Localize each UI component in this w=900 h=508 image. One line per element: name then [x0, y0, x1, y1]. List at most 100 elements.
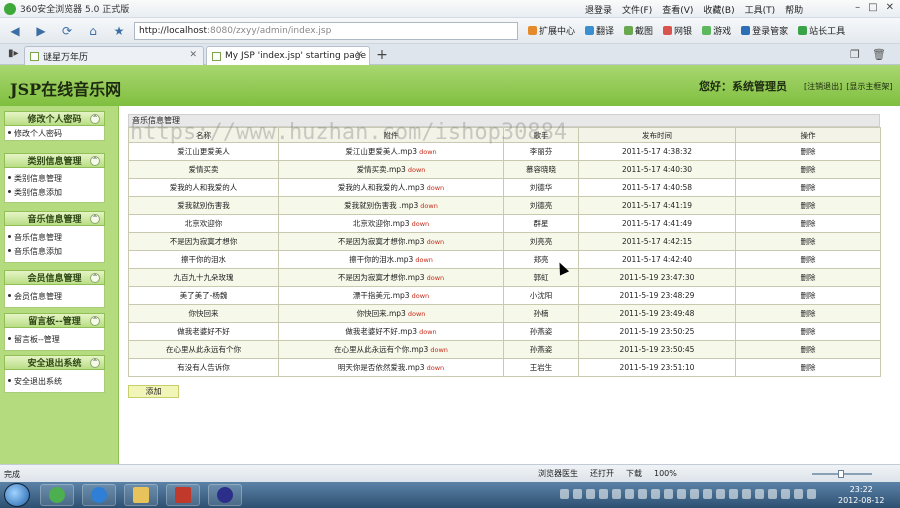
- sidebar-toggle-icon[interactable]: ▮▸: [8, 48, 19, 59]
- menu-view[interactable]: 查看(V): [662, 3, 693, 16]
- close-window-icon[interactable]: ✕: [886, 2, 894, 13]
- tray-icon[interactable]: [807, 489, 816, 499]
- download-link[interactable]: down: [415, 256, 433, 264]
- reopen-button[interactable]: 还打开: [590, 468, 614, 479]
- sidebar-group-password[interactable]: 修改个人密码 ^: [4, 111, 105, 126]
- tab-calendar[interactable]: 谜星万年历 ✕: [24, 46, 204, 65]
- collapse-icon[interactable]: ^: [90, 214, 100, 224]
- sidebar-item-category-manage[interactable]: 类别信息管理: [5, 171, 104, 185]
- collapse-icon[interactable]: ^: [90, 358, 100, 368]
- back-icon[interactable]: ◀: [4, 21, 26, 41]
- download-link[interactable]: down: [419, 328, 437, 336]
- webmaster-tools-button[interactable]: 站长工具: [798, 24, 845, 37]
- delete-link[interactable]: 删除: [735, 232, 881, 251]
- delete-link[interactable]: 删除: [735, 268, 881, 287]
- download-link[interactable]: down: [427, 184, 445, 192]
- tray-icon[interactable]: [625, 489, 634, 499]
- taskbar-clock[interactable]: 23:22 2012-08-12: [838, 484, 885, 506]
- tray-icon[interactable]: [599, 489, 608, 499]
- tray-icon[interactable]: [781, 489, 790, 499]
- taskbar-app-toolbox[interactable]: [166, 484, 200, 506]
- login-manager-button[interactable]: 登录管家: [741, 24, 788, 37]
- delete-link[interactable]: 删除: [735, 196, 881, 215]
- tray-icon[interactable]: [768, 489, 777, 499]
- tray-icon[interactable]: [690, 489, 699, 499]
- favorite-star-icon[interactable]: ★: [108, 21, 130, 41]
- restore-tab-icon[interactable]: ❐: [850, 48, 860, 61]
- menu-favorites[interactable]: 收藏(B): [703, 3, 734, 16]
- menu-tools[interactable]: 工具(T): [745, 3, 776, 16]
- browser-doctor-button[interactable]: 浏览器医生: [538, 468, 578, 479]
- address-bar[interactable]: http://localhost:8080/zxyy/admin/index.j…: [134, 22, 518, 40]
- delete-link[interactable]: 删除: [735, 322, 881, 341]
- trash-icon[interactable]: 🗑: [872, 48, 886, 61]
- delete-link[interactable]: 删除: [735, 214, 881, 233]
- tray-icon[interactable]: [651, 489, 660, 499]
- download-link[interactable]: down: [408, 310, 426, 318]
- sidebar-item-guestbook-manage[interactable]: 留言板--管理: [5, 332, 104, 346]
- collapse-icon[interactable]: ^: [90, 316, 100, 326]
- add-music-button[interactable]: 添加: [128, 385, 179, 398]
- new-tab-icon[interactable]: +: [372, 47, 392, 64]
- download-link[interactable]: down: [419, 148, 437, 156]
- download-link[interactable]: down: [412, 292, 430, 300]
- sidebar-group-guestbook[interactable]: 留言板--管理 ^: [4, 313, 105, 328]
- download-link[interactable]: down: [430, 346, 448, 354]
- tray-icon[interactable]: [755, 489, 764, 499]
- tab-index-jsp[interactable]: My JSP 'index.jsp' starting page ✕: [206, 46, 370, 65]
- maximize-icon[interactable]: □: [868, 2, 877, 13]
- sidebar-group-music[interactable]: 音乐信息管理 ^: [4, 211, 105, 226]
- collapse-icon[interactable]: ^: [90, 273, 100, 283]
- zoom-level[interactable]: 100%: [654, 469, 677, 478]
- tray-icon[interactable]: [729, 489, 738, 499]
- screenshot-button[interactable]: 截图: [624, 24, 653, 37]
- tray-icon[interactable]: [560, 489, 569, 499]
- bank-button[interactable]: 网银: [663, 24, 692, 37]
- tray-icon[interactable]: [742, 489, 751, 499]
- sidebar-group-exit[interactable]: 安全退出系统 ^: [4, 355, 105, 370]
- refresh-icon[interactable]: ⟳: [56, 21, 78, 41]
- tray-icon[interactable]: [638, 489, 647, 499]
- download-link[interactable]: down: [427, 274, 445, 282]
- home-icon[interactable]: ⌂: [82, 21, 104, 41]
- close-tab-icon[interactable]: ✕: [189, 50, 197, 60]
- sidebar-group-member[interactable]: 会员信息管理 ^: [4, 270, 105, 285]
- sidebar-item-change-password[interactable]: 修改个人密码: [5, 126, 104, 140]
- taskbar-app-explorer[interactable]: [124, 484, 158, 506]
- menu-file[interactable]: 文件(F): [622, 3, 652, 16]
- extensions-button[interactable]: 扩展中心: [528, 24, 575, 37]
- taskbar-app-ie[interactable]: [82, 484, 116, 506]
- taskbar-app-360browser[interactable]: [40, 484, 74, 506]
- tray-icon[interactable]: [664, 489, 673, 499]
- menu-help[interactable]: 帮助: [785, 3, 803, 16]
- sidebar-item-music-add[interactable]: 音乐信息添加: [5, 244, 104, 258]
- tray-icon[interactable]: [573, 489, 582, 499]
- download-button[interactable]: 下载: [626, 468, 642, 479]
- games-button[interactable]: 游戏: [702, 24, 731, 37]
- download-link[interactable]: down: [427, 364, 445, 372]
- delete-link[interactable]: 删除: [735, 340, 881, 359]
- forward-icon[interactable]: ▶: [30, 21, 52, 41]
- sidebar-item-member-manage[interactable]: 会员信息管理: [5, 289, 104, 303]
- tray-icon[interactable]: [703, 489, 712, 499]
- start-button[interactable]: [4, 483, 30, 507]
- tray-icon[interactable]: [612, 489, 621, 499]
- download-link[interactable]: down: [427, 238, 445, 246]
- translate-button[interactable]: 翻译: [585, 24, 614, 37]
- minimize-icon[interactable]: –: [855, 2, 860, 13]
- delete-link[interactable]: 删除: [735, 178, 881, 197]
- sidebar-group-category[interactable]: 类别信息管理 ^: [4, 153, 105, 168]
- zoom-slider-handle[interactable]: [838, 470, 844, 478]
- sidebar-item-safe-exit[interactable]: 安全退出系统: [5, 374, 104, 388]
- delete-link[interactable]: 删除: [735, 358, 881, 377]
- delete-link[interactable]: 删除: [735, 142, 881, 161]
- tray-icon[interactable]: [716, 489, 725, 499]
- menu-logout[interactable]: 退登录: [585, 3, 612, 16]
- logout-link[interactable]: [注销退出]: [804, 81, 842, 92]
- delete-link[interactable]: 删除: [735, 250, 881, 269]
- delete-link[interactable]: 删除: [735, 160, 881, 179]
- show-main-frame-link[interactable]: [显示主框架]: [846, 81, 892, 92]
- download-link[interactable]: down: [420, 202, 438, 210]
- download-link[interactable]: down: [408, 166, 426, 174]
- tray-icon[interactable]: [677, 489, 686, 499]
